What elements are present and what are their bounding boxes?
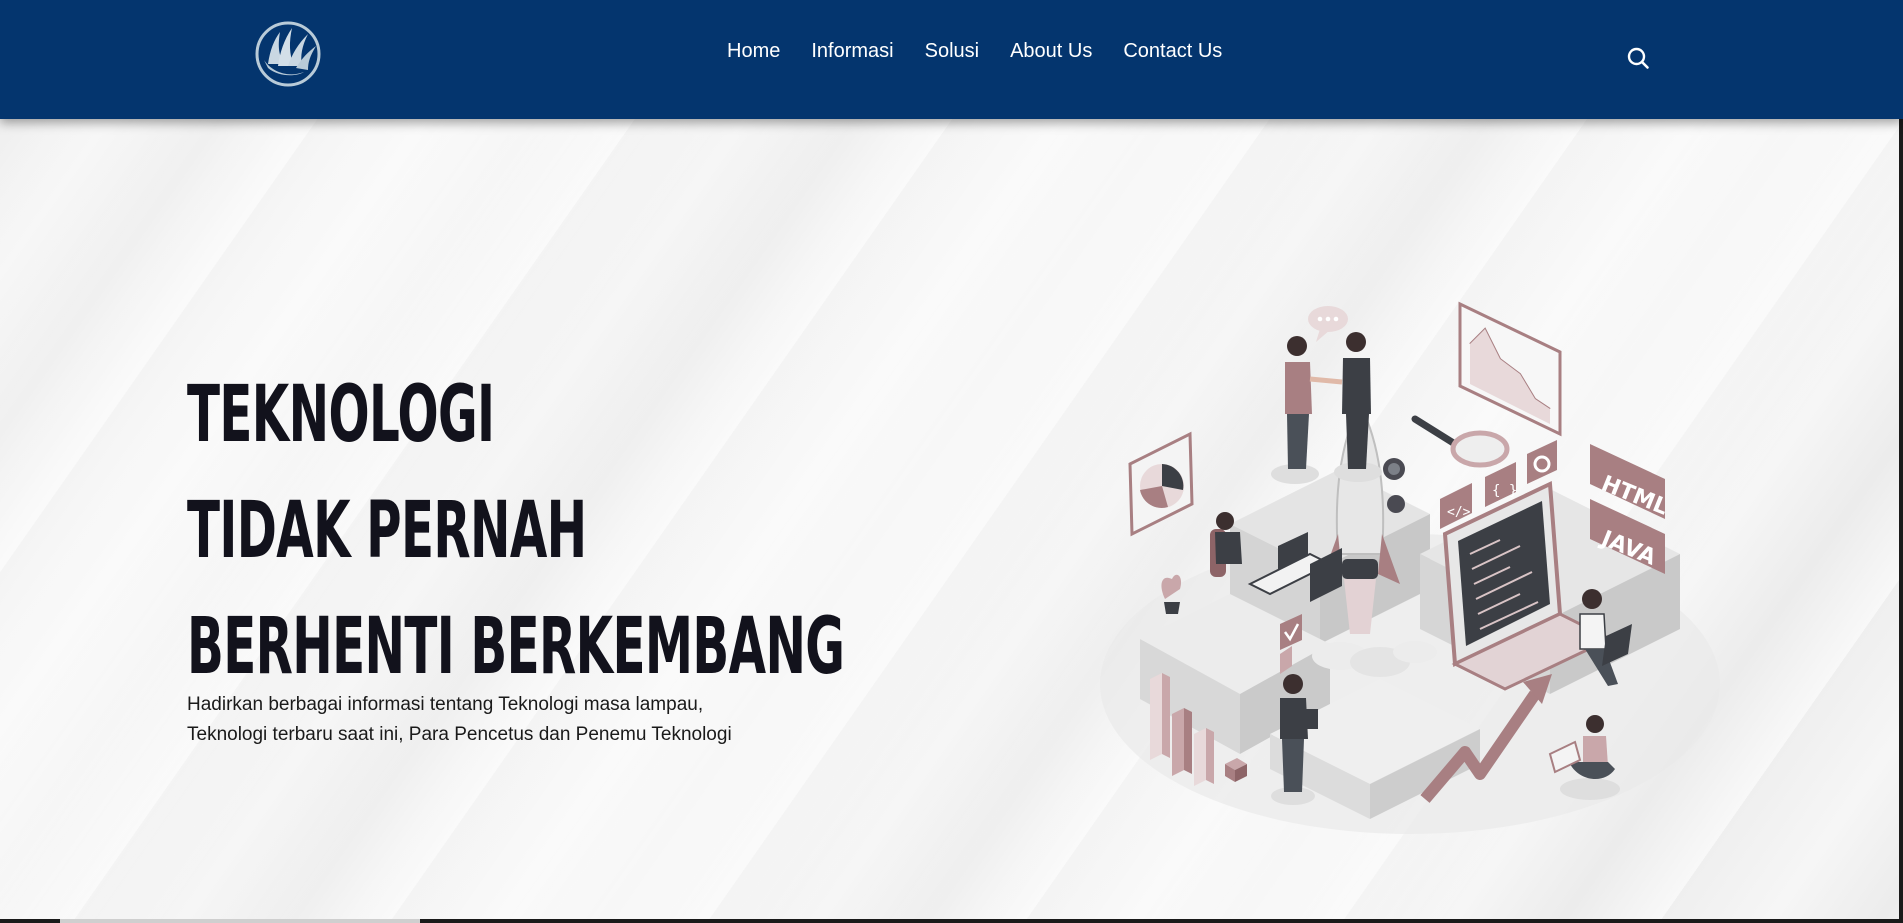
nav-about-us[interactable]: About Us [1010, 40, 1092, 63]
site-header: Home Informasi Solusi About Us Contact U… [0, 0, 1903, 119]
search-icon [1627, 47, 1649, 69]
nav-contact-us[interactable]: Contact Us [1123, 40, 1222, 63]
pie-chart-card [1128, 431, 1194, 537]
hero-title-line-1: TEKNOLOGI [187, 370, 495, 460]
hero-description-line-2: Teknologi terbaru saat ini, Para Pencetu… [187, 724, 732, 745]
handshake-people [1271, 332, 1382, 484]
hero-title-line-2: TIDAK PERNAH [187, 486, 587, 576]
hero-title-line-3: BERHENTI BERKEMBANG [187, 602, 845, 692]
speech-bubble-icon [1308, 306, 1348, 342]
main-nav: Home Informasi Solusi About Us Contact U… [727, 40, 1253, 63]
leaf-globe-logo-icon [255, 21, 321, 87]
code-tag-icon: </> [1447, 505, 1471, 520]
hero-description: Hadirkan berbagai informasi tentang Tekn… [187, 690, 732, 750]
search-button[interactable] [1626, 46, 1650, 70]
braces-icon: { } [1492, 483, 1517, 499]
nav-solusi[interactable]: Solusi [925, 40, 979, 63]
technology-team-illustration: </> { } HTML JAVA [1100, 301, 1720, 834]
nav-home[interactable]: Home [727, 40, 780, 63]
bottom-scroll-strip [0, 919, 1903, 923]
line-chart-card [1458, 301, 1562, 437]
bottom-scroll-strip-highlight [60, 919, 420, 923]
nav-informasi[interactable]: Informasi [811, 40, 893, 63]
hero-section: TEKNOLOGI TIDAK PERNAH BERHENTI BERKEMBA… [0, 119, 1903, 921]
site-logo[interactable] [254, 20, 322, 88]
hero-description-line-1: Hadirkan berbagai informasi tentang Tekn… [187, 694, 704, 715]
